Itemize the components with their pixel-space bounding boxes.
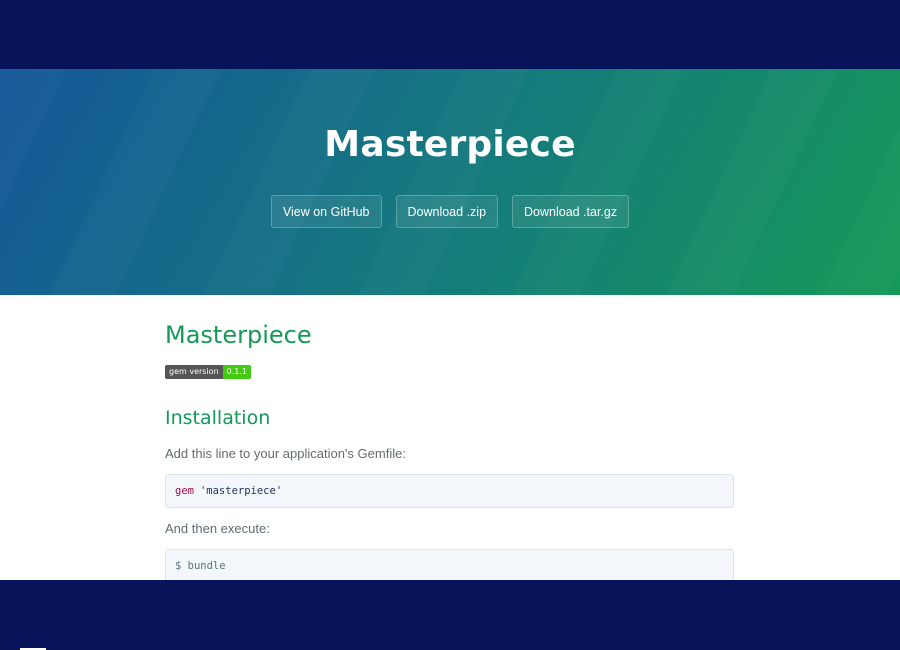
bottom-frame xyxy=(0,580,900,650)
download-zip-button[interactable]: Download .zip xyxy=(395,195,499,228)
page-header: Masterpiece View on GitHub Download .zip… xyxy=(0,69,900,295)
code-string: 'masterpiece' xyxy=(199,485,283,497)
view-on-github-button[interactable]: View on GitHub xyxy=(270,195,382,228)
gem-version-badge[interactable]: gem version 0.1.1 xyxy=(165,365,251,379)
header-buttons: View on GitHub Download .zip Download .t… xyxy=(0,195,900,228)
badge-label: gem version xyxy=(165,365,223,379)
page: Masterpiece View on GitHub Download .zip… xyxy=(0,69,900,580)
bundle-command: $ bundle xyxy=(175,560,226,572)
installation-heading: Installation xyxy=(165,407,271,429)
project-name: Masterpiece xyxy=(324,124,576,165)
gemfile-instruction: Add this line to your application's Gemf… xyxy=(165,446,406,461)
header-background xyxy=(0,69,900,295)
gemfile-code-block: gem 'masterpiece' xyxy=(165,474,734,508)
execute-instruction: And then execute: xyxy=(165,521,270,536)
badge-value: 0.1.1 xyxy=(222,365,251,379)
top-frame xyxy=(0,0,900,69)
page-title: Masterpiece xyxy=(165,321,312,349)
code-keyword: gem xyxy=(175,485,194,497)
download-targz-button[interactable]: Download .tar.gz xyxy=(512,195,630,228)
bundle-code-block: $ bundle xyxy=(165,549,734,580)
